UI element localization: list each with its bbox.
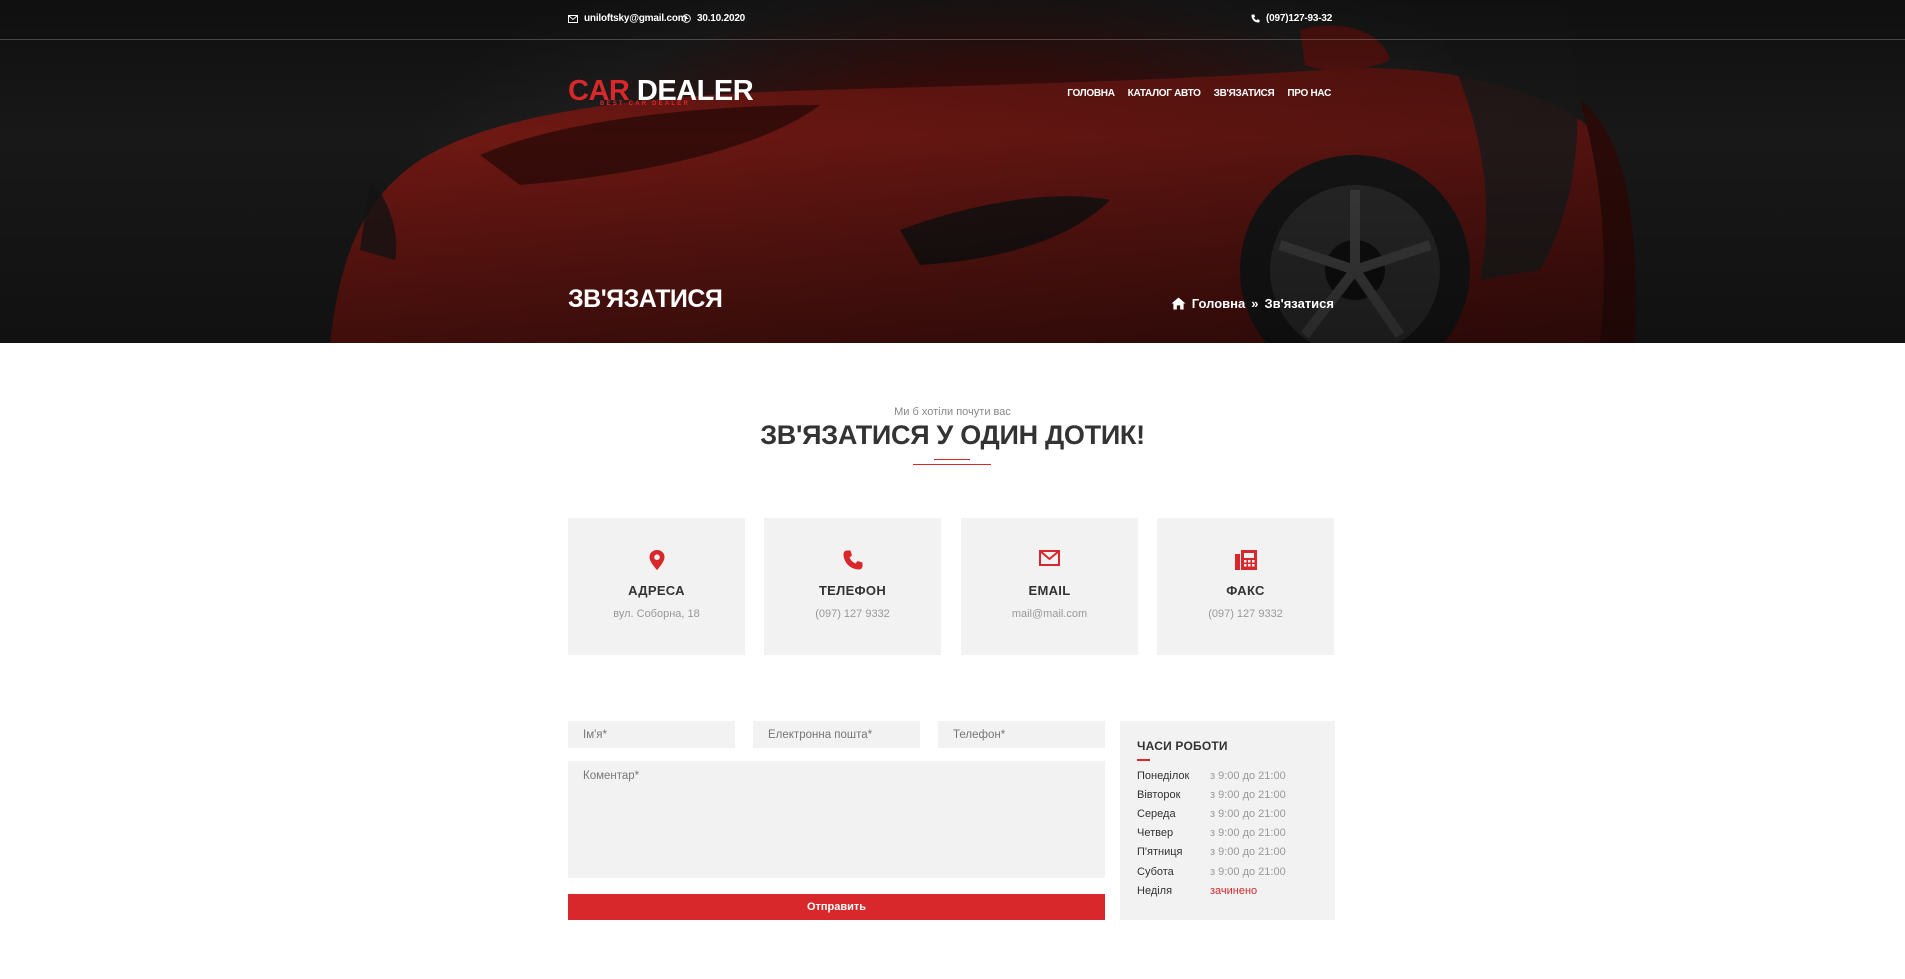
breadcrumb: Головна » Зв'язатися bbox=[1171, 296, 1334, 311]
contact-card-fax: ФАКС (097) 127 9332 bbox=[1157, 518, 1334, 655]
email-field-placeholder: Електронна пошта* bbox=[768, 729, 873, 741]
hours-time-closed: зачинено bbox=[1210, 885, 1258, 897]
fax-icon bbox=[1234, 550, 1257, 570]
card-value: вул. Соборна, 18 bbox=[613, 608, 700, 620]
top-bar: uniloftsky@gmail.com 30.10.2020 (097)127… bbox=[0, 0, 1905, 40]
hours-day: Понеділок bbox=[1137, 770, 1190, 782]
working-hours-title: ЧАСИ РОБОТИ bbox=[1137, 739, 1228, 753]
title-divider-bottom bbox=[913, 464, 991, 465]
topbar-email-text: uniloftsky@gmail.com bbox=[584, 13, 687, 24]
hours-row: Субота з 9:00 до 21:00 bbox=[1137, 866, 1286, 878]
phone-field[interactable]: Телефон* bbox=[938, 721, 1105, 748]
card-title: АДРЕСА bbox=[628, 583, 685, 598]
hours-day: Вівторок bbox=[1137, 789, 1181, 801]
hours-time: з 9:00 до 21:00 bbox=[1210, 789, 1286, 801]
hero-car-image bbox=[0, 0, 1905, 343]
site-logo[interactable]: CAR DEALER BEST CAR DEALER bbox=[568, 77, 754, 108]
nav-item-catalog[interactable]: КАТАЛОГ АВТО bbox=[1128, 88, 1201, 99]
home-icon bbox=[1171, 297, 1186, 310]
card-value: (097) 127 9332 bbox=[815, 608, 890, 620]
phone-icon bbox=[1251, 14, 1260, 23]
hours-row: Вівторок з 9:00 до 21:00 bbox=[1137, 789, 1286, 801]
card-title: ТЕЛЕФОН bbox=[818, 583, 887, 598]
double-chevron-right-icon: » bbox=[1251, 296, 1259, 311]
phone-field-placeholder: Телефон* bbox=[953, 729, 1006, 741]
logo-tagline: BEST CAR DEALER bbox=[600, 101, 691, 107]
hours-day: П'ятниця bbox=[1137, 846, 1183, 858]
email-field[interactable]: Електронна пошта* bbox=[753, 721, 920, 748]
submit-button[interactable]: Отправить bbox=[568, 894, 1105, 920]
page-title: ЗВ'ЯЗАТИСЯ bbox=[568, 285, 723, 313]
hours-time: з 9:00 до 21:00 bbox=[1210, 770, 1286, 782]
section-subtitle: Ми б хотіли почути вас bbox=[894, 406, 1011, 418]
hours-row: Неділя зачинено bbox=[1137, 885, 1257, 897]
name-field-placeholder: Ім'я* bbox=[583, 729, 607, 741]
envelope-icon bbox=[568, 14, 578, 23]
breadcrumb-home[interactable]: Головна bbox=[1192, 296, 1245, 311]
nav-item-about[interactable]: ПРО НАС bbox=[1287, 88, 1331, 99]
contact-card-email: EMAIL mail@mail.com bbox=[961, 518, 1138, 655]
topbar-phone[interactable]: (097)127-93-32 bbox=[1251, 13, 1332, 24]
envelope-icon bbox=[1039, 550, 1060, 566]
section-title: ЗВ'ЯЗАТИСЯ У ОДИН ДОТИК! bbox=[760, 420, 1145, 450]
card-value: mail@mail.com bbox=[1011, 608, 1088, 620]
hours-time: з 9:00 до 21:00 bbox=[1210, 808, 1286, 820]
phone-icon bbox=[843, 550, 862, 570]
hours-row: Середа з 9:00 до 21:00 bbox=[1137, 808, 1286, 820]
hours-row: Четвер з 9:00 до 21:00 bbox=[1137, 827, 1286, 839]
comment-field-placeholder: Коментар* bbox=[583, 770, 640, 782]
card-title: ФАКС bbox=[1226, 583, 1265, 598]
working-hours-panel: ЧАСИ РОБОТИ Понеділок з 9:00 до 21:00 Ві… bbox=[1120, 721, 1335, 920]
nav-item-contact[interactable]: ЗВ'ЯЗАТИСЯ bbox=[1214, 88, 1275, 99]
hours-time: з 9:00 до 21:00 bbox=[1210, 846, 1286, 858]
topbar-phone-text: (097)127-93-32 bbox=[1266, 13, 1333, 24]
hours-row: Понеділок з 9:00 до 21:00 bbox=[1137, 770, 1286, 782]
nav-item-home[interactable]: ГОЛОВНА bbox=[1067, 88, 1115, 99]
hours-time: з 9:00 до 21:00 bbox=[1210, 866, 1286, 878]
card-value: (097) 127 9332 bbox=[1208, 608, 1283, 620]
card-title: EMAIL bbox=[1028, 583, 1071, 598]
contact-card-address: АДРЕСА вул. Соборна, 18 bbox=[568, 518, 745, 655]
hours-day: Четвер bbox=[1137, 827, 1174, 839]
title-divider-top bbox=[934, 459, 970, 460]
hours-day: Середа bbox=[1137, 808, 1176, 820]
hero-banner: uniloftsky@gmail.com 30.10.2020 (097)127… bbox=[0, 0, 1905, 343]
hours-time: з 9:00 до 21:00 bbox=[1210, 827, 1286, 839]
hours-day: Неділя bbox=[1137, 885, 1173, 897]
comment-field[interactable]: Коментар* bbox=[568, 761, 1105, 878]
breadcrumb-current: Зв'язатися bbox=[1264, 296, 1334, 311]
topbar-email[interactable]: uniloftsky@gmail.com bbox=[568, 13, 687, 24]
clock-icon bbox=[682, 14, 691, 23]
contact-card-phone: ТЕЛЕФОН (097) 127 9332 bbox=[764, 518, 941, 655]
topbar-date-text: 30.10.2020 bbox=[697, 13, 746, 24]
map-marker-icon bbox=[649, 550, 664, 570]
hours-day: Субота bbox=[1137, 866, 1174, 878]
name-field[interactable]: Ім'я* bbox=[568, 721, 735, 748]
main-nav: ГОЛОВНА КАТАЛОГ АВТО ЗВ'ЯЗАТИСЯ ПРО НАС bbox=[1067, 88, 1331, 99]
topbar-date: 30.10.2020 bbox=[682, 13, 745, 24]
hours-row: П'ятниця з 9:00 до 21:00 bbox=[1137, 846, 1286, 858]
working-hours-underline bbox=[1137, 759, 1150, 761]
